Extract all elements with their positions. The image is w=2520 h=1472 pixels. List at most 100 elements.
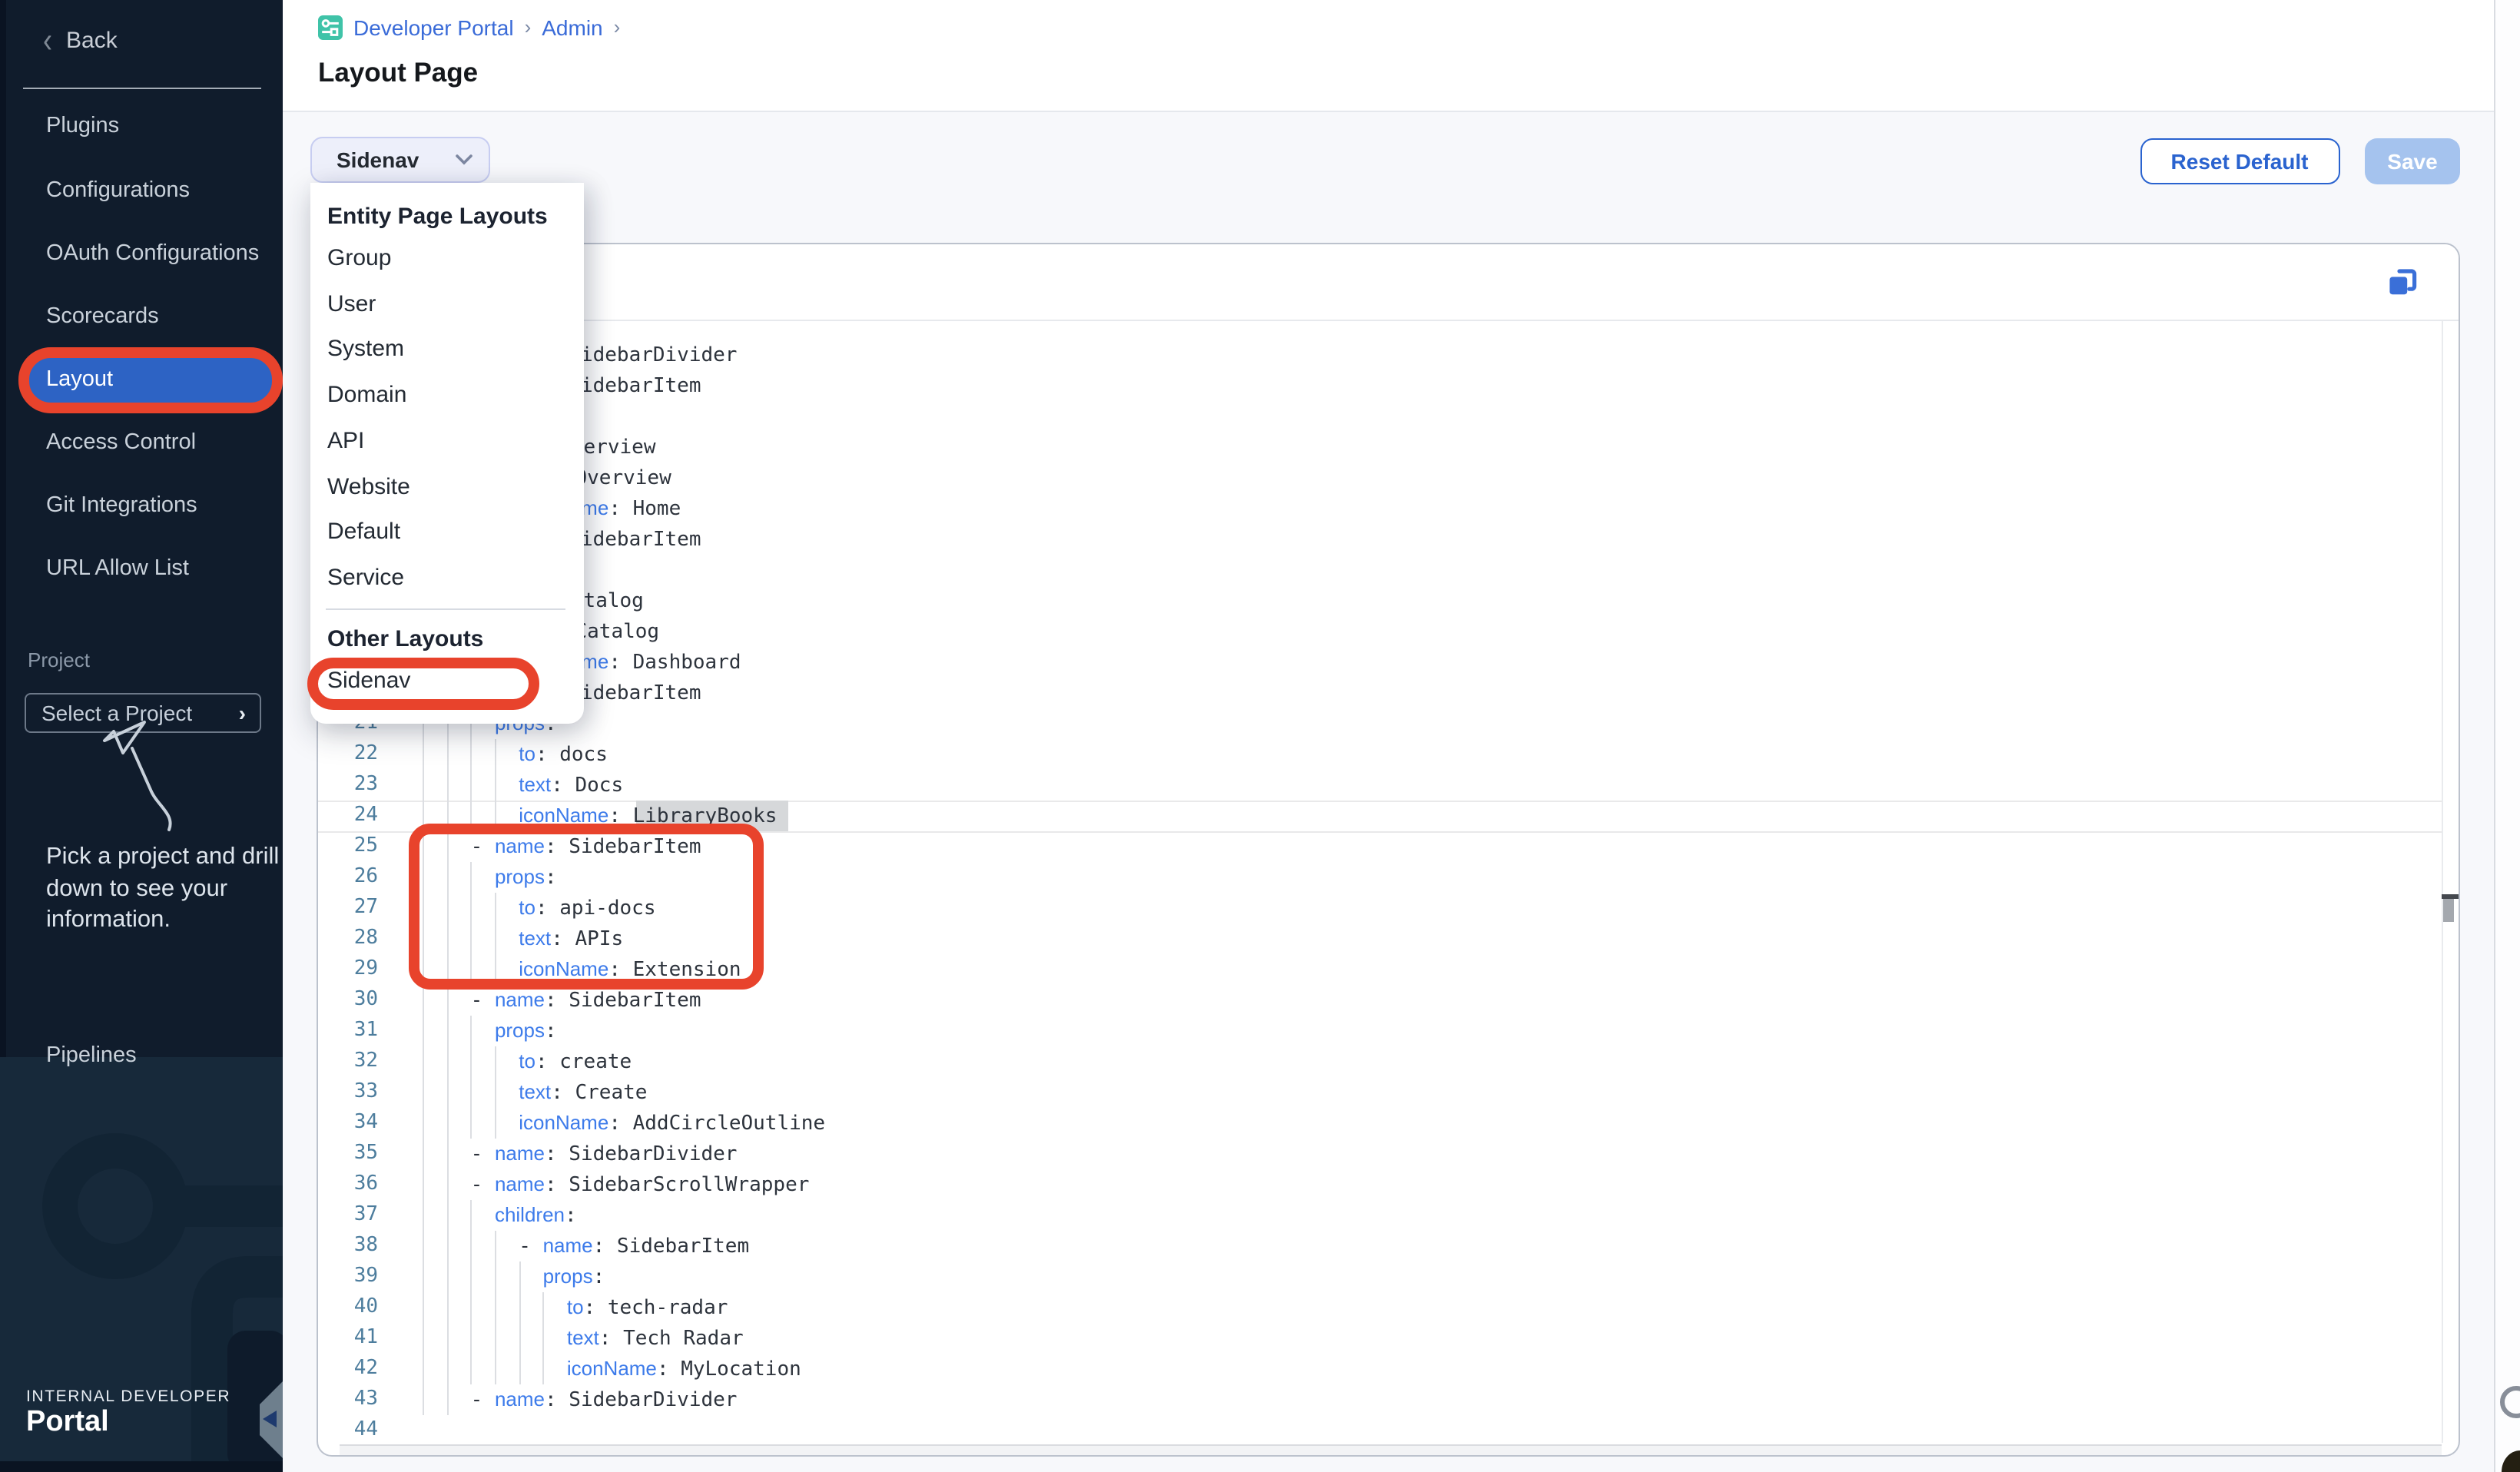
dropdown-option-domain[interactable]: Domain	[327, 382, 569, 408]
horizontal-scrollbar-track[interactable]	[340, 1444, 2442, 1454]
line-number: 23	[318, 770, 378, 801]
sidebar-item-access-control[interactable]: Access Control	[0, 417, 283, 468]
line-number: 38	[318, 1231, 378, 1261]
layout-type-select[interactable]: Sidenav	[310, 137, 489, 182]
save-button[interactable]: Save	[2365, 138, 2460, 184]
sidebar-item-url-allow-list[interactable]: URL Allow List	[0, 543, 283, 594]
dropdown-option-user[interactable]: User	[327, 290, 569, 317]
sidebar-item-plugins[interactable]: Plugins	[0, 101, 283, 151]
pipelines-label: Pipelines	[46, 1043, 137, 1067]
sidebar-item-git-integrations[interactable]: Git Integrations	[0, 479, 283, 530]
code-line-35: 35 - name: SidebarDivider	[318, 1139, 2459, 1169]
dropdown-option-api[interactable]: API	[327, 428, 569, 454]
code-line-text: iconName: Extension	[423, 954, 741, 986]
code-line-text: to: tech-radar	[423, 1292, 728, 1324]
dropdown-option-default[interactable]: Default	[327, 519, 569, 545]
back-button[interactable]: ‹ Back	[43, 26, 118, 54]
code-line-10: 10 - name: SidebarItem	[318, 370, 2459, 401]
code-line-text: children:	[423, 1200, 577, 1232]
reset-default-button[interactable]: Reset Default	[2140, 138, 2339, 184]
code-line-text: - name: SidebarScrollWrapper	[423, 1169, 809, 1202]
brand-line-2: Portal	[26, 1406, 109, 1440]
line-number: 40	[318, 1292, 378, 1323]
sidebar-divider	[23, 88, 261, 89]
dropdown-option-system[interactable]: System	[327, 337, 569, 363]
line-number: 36	[318, 1169, 378, 1200]
breadcrumb-link-developer-portal[interactable]: Developer Portal	[353, 15, 514, 39]
code-line-text: props:	[423, 1016, 557, 1048]
sidebar-item-oauth-configurations[interactable]: OAuth Configurations	[0, 227, 283, 278]
dropdown-option-website[interactable]: Website	[327, 473, 569, 499]
code-line-9: 9 - name: SidebarDivider	[318, 340, 2459, 370]
chevron-left-icon: ‹	[43, 22, 52, 58]
project-empty-hint: Pick a project and drill down to see you…	[46, 842, 283, 937]
dropdown-section-header: Other Layouts	[327, 625, 483, 651]
code-line-text: text: Tech Radar	[423, 1323, 744, 1355]
copy-icon[interactable]	[2386, 265, 2419, 299]
code-line-30: 30 - name: SidebarItem	[318, 985, 2459, 1016]
breadcrumb-separator-icon: ›	[525, 15, 532, 38]
sidebar-item-scorecards[interactable]: Scorecards	[0, 291, 283, 342]
layout-page-screen: ‹ Back Plugins Configurations OAuth Config…	[0, 0, 2520, 1472]
developer-portal-logo-icon	[318, 15, 343, 39]
code-line-text: to: docs	[423, 739, 608, 771]
dropdown-option-service[interactable]: Service	[327, 565, 569, 591]
code-line-21: 21 props:	[318, 708, 2459, 739]
sidebar-item-layout[interactable]: Layout	[0, 354, 283, 405]
code-line-27: 27 to: api-docs	[318, 893, 2459, 923]
sidebar-footer-strip	[0, 1460, 283, 1472]
code-line-12: 12 to: overview	[318, 432, 2459, 462]
sidebar-item-configurations[interactable]: Configurations	[0, 164, 283, 215]
line-number: 43	[318, 1384, 378, 1415]
page-scrollbar-gutter[interactable]	[2493, 0, 2520, 1472]
editor-card-header	[318, 244, 2459, 320]
code-line-26: 26 props:	[318, 862, 2459, 893]
code-line-text: iconName: MyLocation	[423, 1354, 801, 1386]
line-number: 28	[318, 923, 378, 954]
code-line-44: 44	[318, 1415, 2459, 1446]
project-section-label: Project	[28, 648, 90, 671]
breadcrumb-link-admin[interactable]: Admin	[542, 15, 602, 39]
code-line-31: 31 props:	[318, 1016, 2459, 1046]
breadcrumb: Developer Portal › Admin ›	[318, 14, 620, 40]
code-line-text: - name: SidebarItem	[423, 1231, 749, 1263]
dropdown-divider	[326, 608, 565, 609]
code-line-text: to: api-docs	[423, 893, 656, 925]
code-line-22: 22 to: docs	[318, 739, 2459, 770]
code-line-17: 17 to: catalog	[318, 585, 2459, 616]
code-line-40: 40 to: tech-radar	[318, 1292, 2459, 1323]
code-line-text: - name: SidebarDivider	[423, 1139, 737, 1171]
editor-scroll-gutter	[2441, 320, 2442, 1443]
back-label: Back	[66, 27, 118, 53]
line-number: 24	[318, 801, 378, 831]
code-line-19: 19 iconName: Dashboard	[318, 647, 2459, 678]
code-line-16: 16 props:	[318, 555, 2459, 585]
page-title: Layout Page	[318, 57, 478, 89]
code-line-29: 29 iconName: Extension	[318, 954, 2459, 985]
code-line-24: 24 iconName: LibraryBooks	[318, 801, 2459, 831]
arrow-doodle-icon	[98, 716, 187, 836]
line-number: 41	[318, 1323, 378, 1354]
viewport-scaler: ‹ Back Plugins Configurations OAuth Config…	[0, 0, 2520, 1472]
line-number: 27	[318, 893, 378, 923]
code-line-text: iconName: AddCircleOutline	[423, 1108, 825, 1140]
code-line-text: text: APIs	[423, 923, 623, 956]
sidebar-item-pipelines[interactable]: Pipelines	[0, 1029, 283, 1080]
dropdown-option-sidenav[interactable]: Sidenav	[327, 667, 569, 693]
breadcrumb-separator-icon: ›	[614, 15, 621, 38]
line-number: 37	[318, 1200, 378, 1231]
code-line-text: props:	[423, 862, 557, 894]
collapse-toggle-icon[interactable]	[255, 1377, 283, 1463]
chevron-right-icon: ›	[239, 701, 246, 725]
vertical-scrollbar-thumb[interactable]	[2443, 899, 2453, 922]
line-number: 33	[318, 1077, 378, 1108]
code-line-text: text: Docs	[423, 770, 623, 802]
dropdown-option-group[interactable]: Group	[327, 245, 569, 271]
chevron-down-icon	[454, 154, 472, 166]
admin-sidebar: ‹ Back Plugins Configurations OAuth Config…	[0, 0, 283, 1472]
line-number: 29	[318, 954, 378, 985]
dropdown-section-header: Entity Page Layouts	[327, 204, 548, 230]
code-line-33: 33 text: Create	[318, 1077, 2459, 1108]
line-number: 39	[318, 1261, 378, 1292]
code-line-text: to: create	[423, 1046, 632, 1079]
